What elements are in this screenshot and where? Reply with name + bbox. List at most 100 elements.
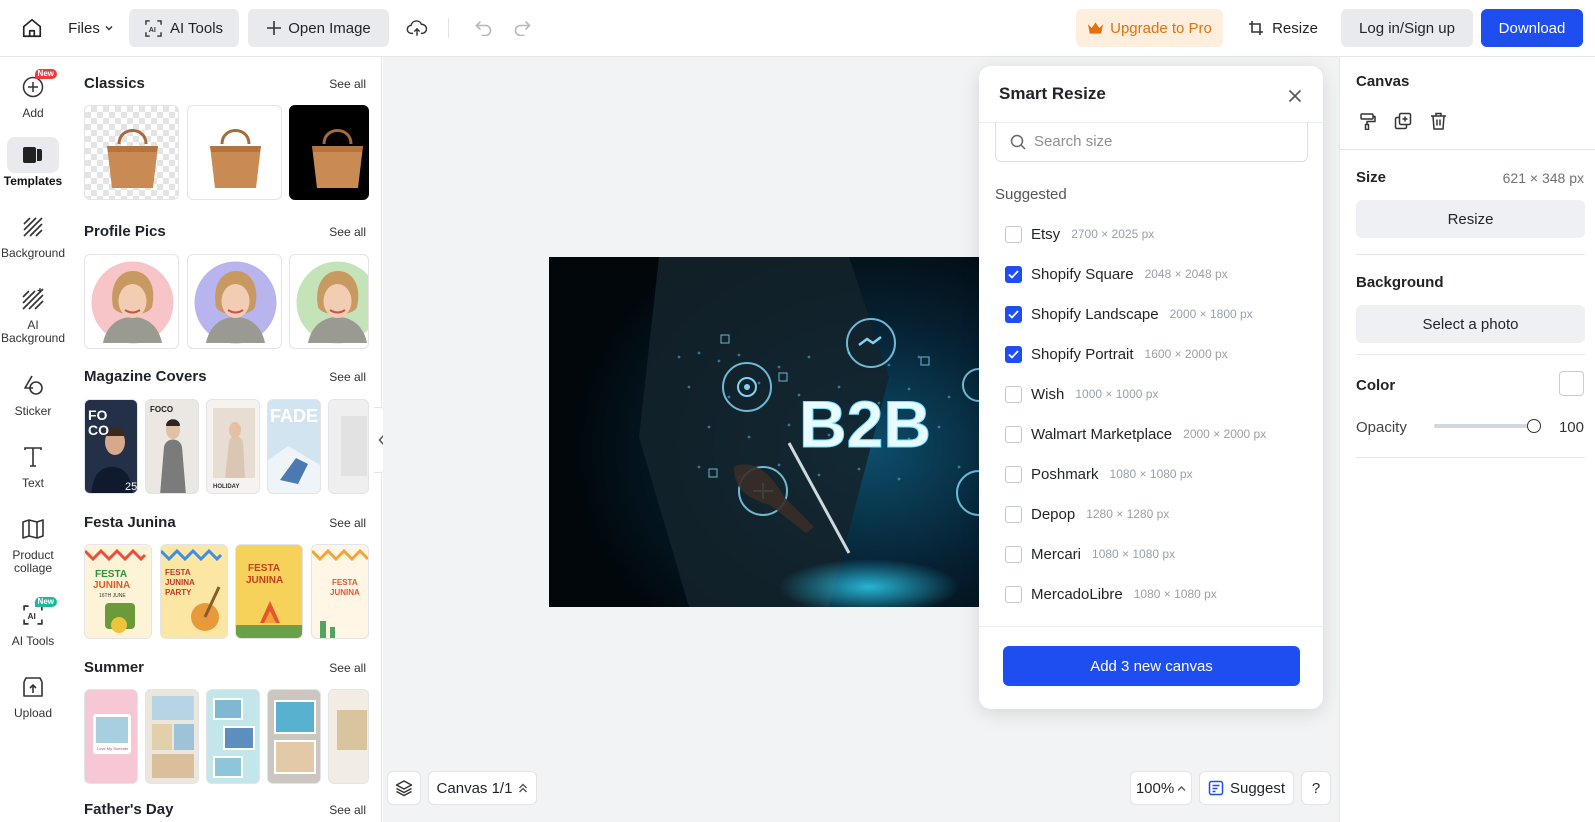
canvas-page-selector[interactable]: Canvas 1/1 [428, 771, 537, 805]
template-thumb-festa-1[interactable]: FESTA JUNINA 16TH JUNE [84, 544, 152, 639]
layers-button[interactable] [387, 771, 421, 805]
option-size: 2000 × 1800 px [1169, 307, 1253, 321]
size-option-mercari[interactable]: Mercari 1080 × 1080 px [1005, 542, 1175, 566]
close-button[interactable] [1285, 86, 1305, 106]
format-painter-button[interactable] [1356, 109, 1380, 133]
template-thumb-magazine-foco-man[interactable]: FO CO 25 [84, 399, 138, 494]
template-thumb-festa-3[interactable]: FESTA JUNINA [235, 544, 303, 639]
template-thumb-magazine-fade[interactable]: FADE [267, 399, 321, 494]
rail-item-sticker[interactable]: Sticker [0, 367, 66, 418]
opacity-slider-track[interactable] [1434, 419, 1541, 433]
template-thumb-magazine-holiday[interactable]: HOLIDAY [206, 399, 260, 494]
option-name: Wish [1031, 385, 1065, 403]
redo-button[interactable] [508, 9, 536, 47]
checkbox-checked[interactable] [1005, 345, 1022, 363]
size-option-walmart[interactable]: Walmart Marketplace 2000 × 2000 px [1005, 422, 1266, 446]
template-thumb-profile-pink[interactable] [84, 254, 179, 349]
size-option-shopify-landscape[interactable]: Shopify Landscape 2000 × 1800 px [1005, 302, 1253, 326]
size-option-etsy[interactable]: Etsy 2700 × 2025 px [1005, 222, 1154, 246]
help-button[interactable]: ? [1301, 771, 1331, 805]
see-all-link[interactable]: See all [329, 661, 366, 675]
see-all-link[interactable]: See all [329, 516, 366, 530]
template-thumb-summer-3[interactable] [206, 689, 260, 784]
rail-icon-wrap [7, 209, 59, 245]
template-thumb-magazine-foco-woman[interactable]: FOCO [145, 399, 199, 494]
size-option-poshmark[interactable]: Poshmark 1080 × 1080 px [1005, 462, 1193, 486]
rail-item-ai-background[interactable]: AI Background [0, 281, 66, 345]
template-thumb-classic-white[interactable] [187, 105, 282, 200]
download-label: Download [1498, 19, 1566, 37]
upgrade-to-pro-button[interactable]: Upgrade to Pro [1076, 9, 1223, 47]
duplicate-button[interactable] [1391, 109, 1415, 133]
see-all-link[interactable]: See all [329, 803, 366, 817]
option-name: Poshmark [1031, 465, 1099, 483]
suggest-button[interactable]: Suggest [1199, 771, 1294, 805]
size-option-shopify-square[interactable]: Shopify Square 2048 × 2048 px [1005, 262, 1228, 286]
delete-button[interactable] [1426, 109, 1450, 133]
template-thumb-summer-5[interactable] [328, 689, 369, 784]
rail-item-text[interactable]: Text [0, 439, 66, 490]
template-thumb-classic-transparent[interactable] [84, 105, 179, 200]
files-menu-button[interactable]: Files [62, 9, 120, 47]
checkbox[interactable] [1005, 465, 1022, 483]
zoom-selector[interactable]: 100% [1130, 771, 1192, 805]
login-signup-button[interactable]: Log in/Sign up [1341, 9, 1473, 47]
rail-item-background[interactable]: Background [0, 209, 66, 260]
open-image-button[interactable]: Open Image [248, 9, 389, 47]
checkbox-checked[interactable] [1005, 265, 1022, 283]
template-thumb-summer-1[interactable]: Love My Summer [84, 689, 138, 784]
panel-resize-button[interactable]: Resize [1356, 200, 1585, 238]
size-option-shopify-portrait[interactable]: Shopify Portrait 1600 × 2000 px [1005, 342, 1228, 366]
template-thumb-magazine-partial[interactable] [328, 399, 369, 494]
home-button[interactable] [14, 9, 50, 47]
search-icon [1010, 134, 1026, 150]
canvas-artboard[interactable]: B2B [549, 257, 979, 607]
color-swatch[interactable] [1559, 371, 1584, 396]
login-label: Log in/Sign up [1359, 19, 1455, 37]
profile-portrait-image [296, 261, 368, 344]
template-thumb-summer-4[interactable] [267, 689, 321, 784]
size-option-depop[interactable]: Depop 1280 × 1280 px [1005, 502, 1169, 526]
checkbox[interactable] [1005, 545, 1022, 563]
template-thumb-profile-purple[interactable] [187, 254, 282, 349]
rail-item-ai-tools[interactable]: AI New AI Tools [0, 597, 66, 648]
ai-tools-button[interactable]: AI AI Tools [129, 9, 239, 47]
undo-button[interactable] [470, 9, 498, 47]
select-photo-button[interactable]: Select a photo [1356, 305, 1585, 343]
checkbox[interactable] [1005, 425, 1022, 443]
size-option-mercadolibre[interactable]: MercadoLibre 1080 × 1080 px [1005, 582, 1217, 606]
template-thumb-profile-green[interactable] [289, 254, 369, 349]
rail-item-upload[interactable]: Upload [0, 669, 66, 720]
template-thumb-festa-2[interactable]: FESTA JUNINA PARTY [160, 544, 228, 639]
size-value: 621 × 348 px [1502, 170, 1584, 186]
see-all-link[interactable]: See all [329, 77, 366, 91]
rail-item-templates[interactable]: Templates [0, 137, 66, 188]
template-thumb-summer-2[interactable] [145, 689, 199, 784]
cloud-save-button[interactable] [400, 9, 434, 47]
svg-text:FESTA: FESTA [95, 569, 127, 580]
see-all-link[interactable]: See all [329, 370, 366, 384]
checkbox[interactable] [1005, 385, 1022, 403]
festa-poster-image: FESTAJUNINA [236, 545, 302, 638]
rail-icon-wrap [7, 281, 59, 317]
template-thumb-classic-black[interactable] [289, 105, 369, 200]
option-size: 1600 × 2000 px [1144, 347, 1228, 361]
background-label: Background [1356, 274, 1444, 291]
smart-resize-dialog: Smart Resize Suggested Etsy 2700 × 2025 … [979, 66, 1323, 709]
add-new-canvas-button[interactable]: Add 3 new canvas [1003, 646, 1300, 686]
svg-text:FO: FO [88, 407, 108, 423]
template-thumb-festa-4[interactable]: FESTA JUNINA [311, 544, 369, 639]
size-option-wish[interactable]: Wish 1000 × 1000 px [1005, 382, 1158, 406]
checkbox[interactable] [1005, 585, 1022, 603]
rail-item-product-collage[interactable]: Product collage [0, 511, 66, 575]
checkbox[interactable] [1005, 225, 1022, 243]
size-search-input[interactable] [1034, 133, 1284, 150]
rail-item-add[interactable]: New Add [0, 69, 66, 120]
resize-button[interactable]: Resize [1243, 9, 1323, 47]
checkbox-checked[interactable] [1005, 305, 1022, 323]
checkbox[interactable] [1005, 505, 1022, 523]
option-name: Etsy [1031, 225, 1061, 243]
see-all-link[interactable]: See all [329, 225, 366, 239]
opacity-slider-thumb[interactable] [1527, 419, 1541, 433]
download-button[interactable]: Download [1481, 9, 1583, 47]
